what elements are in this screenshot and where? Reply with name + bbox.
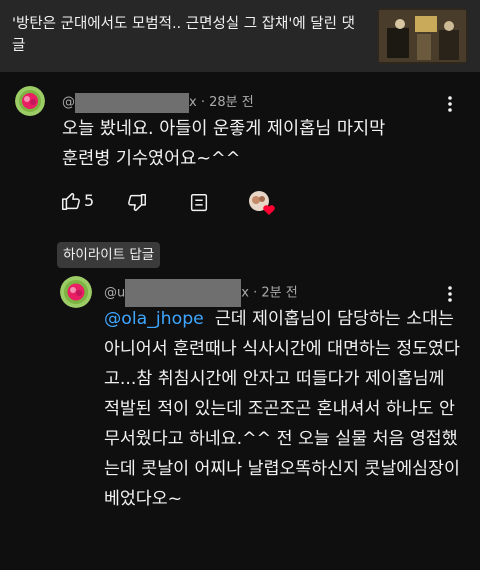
redacted-username xyxy=(75,92,189,113)
reply-author-prefix[interactable]: @u xyxy=(104,286,125,301)
reply-author-suffix[interactable]: x xyxy=(241,286,249,301)
comment-meta: @ x · 28분 전 xyxy=(62,91,254,113)
reply-time[interactable]: 2분 전 xyxy=(261,286,297,301)
reply-mention-link[interactable]: @ola_jhope xyxy=(104,309,204,329)
video-header[interactable]: '방탄은 군대에서도 모범적.. 근면성실 그 잡채'에 달린 댓글 xyxy=(0,0,480,72)
video-title: '방탄은 군대에서도 모범적.. 근면성실 그 잡채'에 달린 댓글 xyxy=(12,16,355,54)
reply-more-button[interactable] xyxy=(440,284,460,304)
comment-time[interactable]: 28분 전 xyxy=(209,95,254,110)
dislike-button[interactable] xyxy=(126,192,148,214)
like-button[interactable] xyxy=(60,190,82,212)
highlighted-reply-chip: 하이라이트 답글 xyxy=(57,242,161,268)
meta-separator: · xyxy=(253,285,258,301)
reply-text-content: 근데 제이홉님이 담당하는 소대는 아니어서 훈련때나 식사시간에 대면하는 정… xyxy=(104,309,466,509)
comment-author-suffix[interactable]: x xyxy=(189,95,197,110)
like-count: 5 xyxy=(84,191,95,210)
reply-author-avatar[interactable] xyxy=(60,276,92,308)
comment-more-button[interactable] xyxy=(440,94,460,114)
creator-heart-icon xyxy=(249,191,275,215)
reply-text: @ola_jhope 근데 제이홉님이 담당하는 소대는 아니어서 훈련때나 식… xyxy=(104,304,464,514)
reply-comment-icon xyxy=(190,194,208,212)
video-thumbnail[interactable] xyxy=(377,8,468,64)
creator-heart[interactable] xyxy=(248,190,276,216)
thumbs-down-icon xyxy=(128,194,146,212)
comment-actions: 5 xyxy=(60,190,300,216)
reply-meta: @u x · 2분 전 xyxy=(104,279,298,307)
redacted-username xyxy=(125,279,242,307)
reply-button[interactable] xyxy=(188,192,210,214)
more-vert-icon xyxy=(448,96,452,112)
thumbs-up-icon xyxy=(62,192,80,210)
comment-author-prefix[interactable]: @ xyxy=(62,95,75,110)
more-vert-icon xyxy=(448,286,452,302)
comment-text: 오늘 봤네요. 아들이 운좋게 제이홉님 마지막 훈련병 기수였어요~^^ xyxy=(62,119,386,169)
meta-separator: · xyxy=(200,95,205,110)
comment-author-avatar[interactable] xyxy=(15,86,45,116)
